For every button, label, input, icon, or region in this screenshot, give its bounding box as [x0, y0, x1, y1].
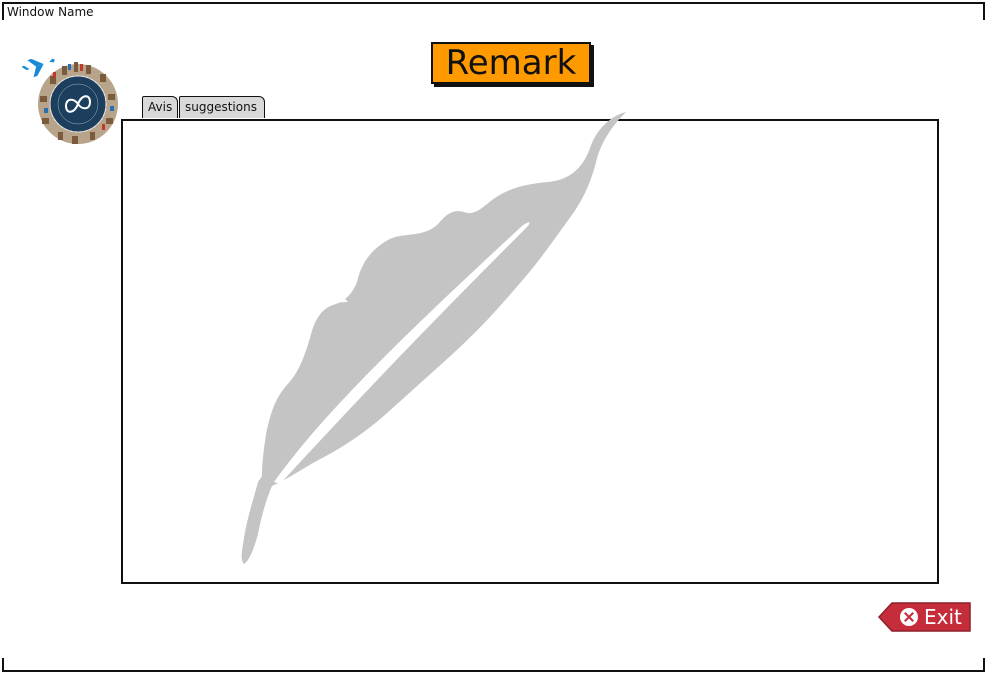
tab-avis[interactable]: Avis	[142, 96, 178, 118]
travel-globe-logo	[22, 58, 118, 144]
remark-content-panel[interactable]	[121, 119, 939, 584]
tab-suggestions[interactable]: suggestions	[179, 96, 265, 118]
exit-button[interactable]: Exit	[878, 602, 972, 632]
close-circle-icon	[900, 608, 918, 626]
window-title: Window Name	[7, 5, 94, 19]
exit-button-label: Exit	[924, 605, 962, 629]
page-title: Remark	[431, 42, 591, 84]
